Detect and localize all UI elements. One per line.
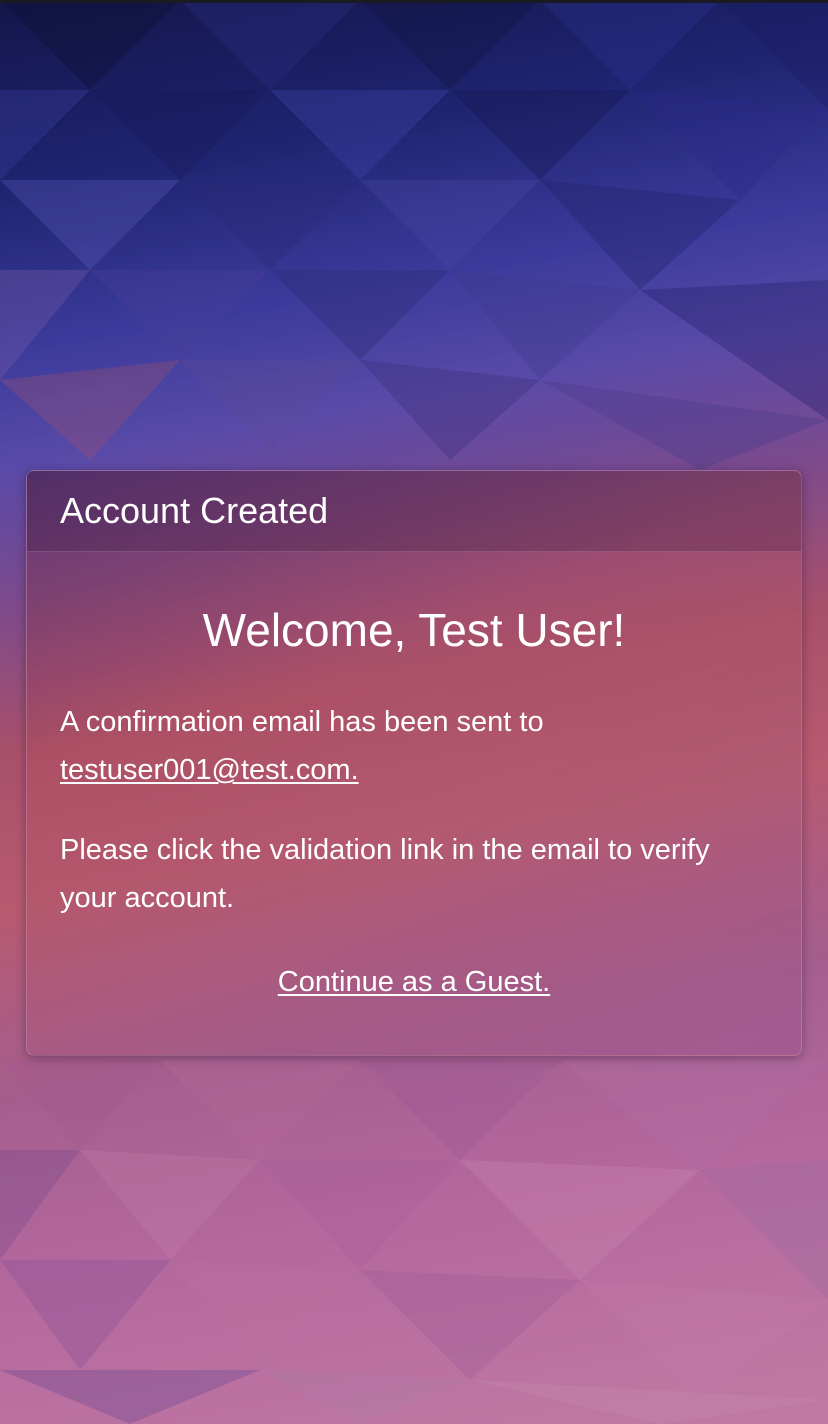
continue-as-guest-link[interactable]: Continue as a Guest. (278, 966, 550, 998)
account-created-card: Account Created Welcome, Test User! A co… (26, 470, 802, 1056)
confirmation-message: A confirmation email has been sent to te… (60, 698, 768, 794)
confirmation-prefix: A confirmation email has been sent to (60, 706, 544, 738)
status-bar-strip (0, 0, 828, 3)
instructions-text: Please click the validation link in the … (60, 834, 710, 914)
card-body: Welcome, Test User! A confirmation email… (27, 602, 801, 999)
welcome-heading: Welcome, Test User! (202, 604, 626, 656)
screen: Account Created Welcome, Test User! A co… (0, 0, 828, 1424)
guest-link-container: Continue as a Guest. (60, 966, 768, 999)
card-title: Account Created (60, 490, 329, 531)
email-link[interactable]: testuser001@test.com. (60, 754, 359, 786)
card-header: Account Created (27, 471, 801, 552)
